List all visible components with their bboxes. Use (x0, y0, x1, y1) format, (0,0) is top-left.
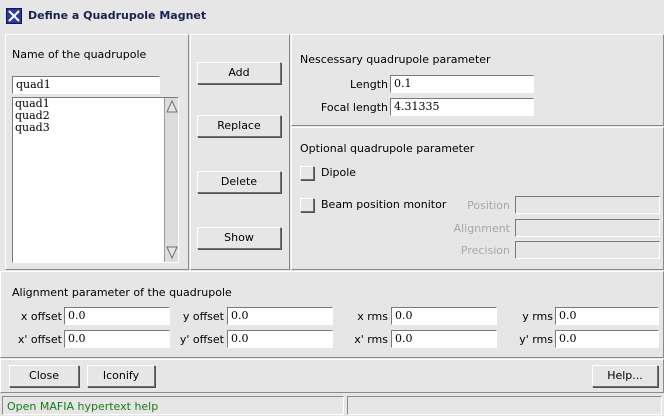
alignment-label: Alignment (453, 222, 510, 235)
dipole-checkbox[interactable] (300, 166, 314, 180)
x-rms-field[interactable]: 0.0 (391, 307, 497, 325)
y-offset-field[interactable]: 0.0 (227, 307, 333, 325)
quad-list[interactable]: quad1 quad2 quad3 (12, 97, 179, 263)
yp-offset-field[interactable]: 0.0 (227, 330, 333, 348)
app-icon (6, 8, 22, 24)
yp-offset-label: y' offset (179, 333, 224, 346)
status-bar-secondary (347, 396, 662, 415)
quad-name-input[interactable]: quad1 (12, 76, 160, 94)
xp-offset-label: x' offset (17, 333, 62, 346)
list-scrollbar[interactable] (164, 98, 178, 262)
bpm-label: Beam position monitor (321, 198, 447, 211)
x-offset-label: x offset (20, 310, 62, 323)
x-rms-label: x rms (357, 310, 388, 323)
dipole-label: Dipole (321, 166, 357, 179)
necessary-heading: Nescessary quadrupole parameter (300, 53, 491, 66)
position-field[interactable] (515, 196, 660, 214)
window-title: Define a Quadrupole Magnet (28, 9, 207, 22)
yp-rms-label: y' rms (519, 333, 553, 346)
focal-length-field[interactable]: 4.31335 (390, 98, 534, 116)
xp-rms-label: x' rms (354, 333, 388, 346)
show-button[interactable]: Show (197, 227, 281, 249)
name-heading: Name of the quadrupole (12, 48, 147, 61)
help-button[interactable]: Help... (592, 365, 658, 387)
title-bar: Define a Quadrupole Magnet (0, 0, 664, 32)
precision-label: Precision (460, 244, 510, 257)
list-item[interactable]: quad3 (13, 122, 178, 134)
length-label: Length (350, 78, 388, 91)
close-button[interactable]: Close (9, 365, 79, 387)
xp-rms-field[interactable]: 0.0 (391, 330, 497, 348)
alignment-heading: Alignment parameter of the quadrupole (12, 286, 232, 299)
alignment-field[interactable] (515, 219, 660, 237)
position-label: Position (467, 199, 510, 212)
x-offset-field[interactable]: 0.0 (64, 307, 170, 325)
y-rms-label: y rms (522, 310, 553, 323)
iconify-button[interactable]: Iconify (87, 365, 155, 387)
replace-button[interactable]: Replace (197, 115, 281, 137)
add-button[interactable]: Add (197, 62, 281, 84)
y-offset-label: y offset (182, 310, 224, 323)
status-text: Open MAFIA hypertext help (7, 400, 159, 413)
bpm-checkbox[interactable] (300, 198, 314, 212)
yp-rms-field[interactable]: 0.0 (555, 330, 659, 348)
length-field[interactable]: 0.1 (390, 75, 534, 93)
xp-offset-field[interactable]: 0.0 (64, 330, 170, 348)
optional-heading: Optional quadrupole parameter (300, 142, 475, 155)
y-rms-field[interactable]: 0.0 (555, 307, 659, 325)
focal-length-label: Focal length (320, 101, 388, 114)
precision-field[interactable] (515, 241, 660, 259)
delete-button[interactable]: Delete (197, 171, 281, 193)
